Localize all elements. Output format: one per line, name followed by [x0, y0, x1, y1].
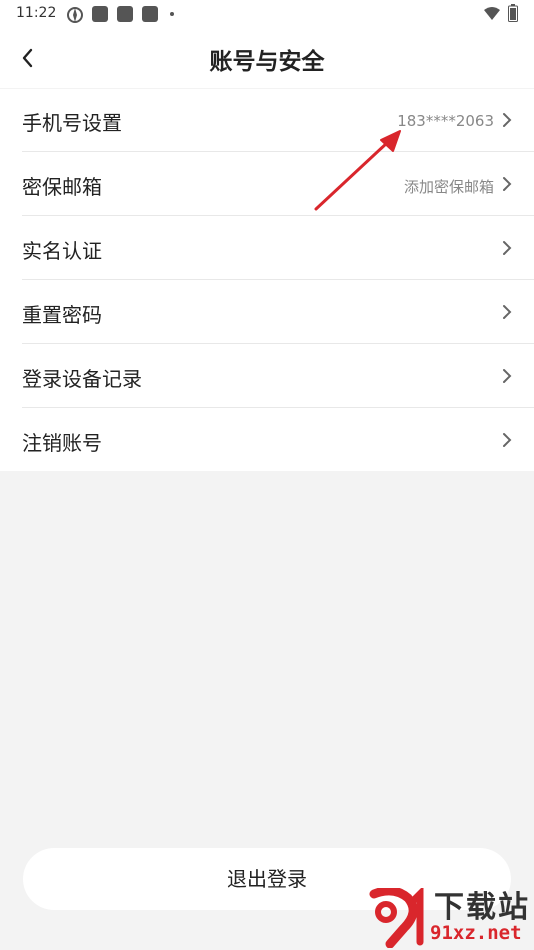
- divider: [22, 279, 534, 280]
- status-bar: 11:22: [0, 0, 534, 28]
- watermark-url: 91xz.net: [430, 922, 522, 944]
- notification-app-icon: [92, 6, 108, 22]
- watermark-text: 下载站: [434, 890, 530, 925]
- item-label: 重置密码: [22, 303, 102, 327]
- real-name-verification-item[interactable]: 实名认证: [0, 217, 534, 280]
- phone-setting-item[interactable]: 手机号设置 183****2063: [0, 89, 534, 152]
- more-notifications-dot-icon: [170, 12, 174, 16]
- chevron-right-icon: [503, 369, 512, 383]
- item-label: 注销账号: [22, 431, 102, 455]
- chevron-right-icon: [503, 241, 512, 255]
- divider: [22, 343, 534, 344]
- phone-number-value: 183****2063: [397, 112, 494, 130]
- notification-app-icon: [142, 6, 158, 22]
- item-label: 实名认证: [22, 239, 102, 263]
- status-time: 11:22: [16, 5, 57, 21]
- chevron-right-icon: [503, 305, 512, 319]
- battery-icon: [508, 4, 518, 26]
- app-header: 账号与安全: [0, 28, 534, 88]
- security-email-item[interactable]: 密保邮箱 添加密保邮箱: [0, 153, 534, 216]
- email-value: 添加密保邮箱: [403, 178, 494, 196]
- cancel-account-item[interactable]: 注销账号: [0, 409, 534, 472]
- page-title: 账号与安全: [209, 49, 325, 75]
- chevron-right-icon: [503, 433, 512, 447]
- chevron-right-icon: [503, 113, 512, 127]
- reset-password-item[interactable]: 重置密码: [0, 281, 534, 344]
- pinwheel-icon: [66, 6, 84, 28]
- watermark: 下载站 91xz.net: [360, 888, 530, 948]
- divider: [22, 407, 534, 408]
- settings-list: 手机号设置 183****2063 密保邮箱 添加密保邮箱 实名认证 重置密码 …: [0, 89, 534, 471]
- notification-app-icon: [117, 6, 133, 22]
- item-label: 登录设备记录: [22, 367, 142, 391]
- login-device-records-item[interactable]: 登录设备记录: [0, 345, 534, 408]
- divider: [22, 151, 534, 152]
- chevron-right-icon: [503, 177, 512, 191]
- wifi-icon: [484, 6, 500, 25]
- watermark-logo-icon: [369, 888, 424, 948]
- item-label: 手机号设置: [22, 111, 122, 135]
- divider: [22, 215, 534, 216]
- item-label: 密保邮箱: [22, 175, 102, 199]
